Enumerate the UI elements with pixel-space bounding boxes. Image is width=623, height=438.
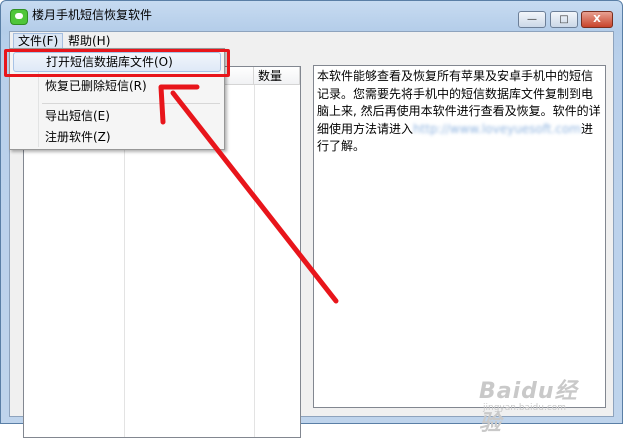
baidu-watermark: Baidu经验 jingyan.baidu.com: [479, 373, 599, 436]
annotation-arrow: [158, 84, 339, 304]
watermark-sub: jingyan.baidu.com: [483, 403, 567, 413]
app-window: 楼月手机短信恢复软件 — □ X 文件(F) 帮助(H) 数量 本软件能够查看及…: [0, 0, 623, 438]
arrow-shaft: [170, 90, 339, 304]
